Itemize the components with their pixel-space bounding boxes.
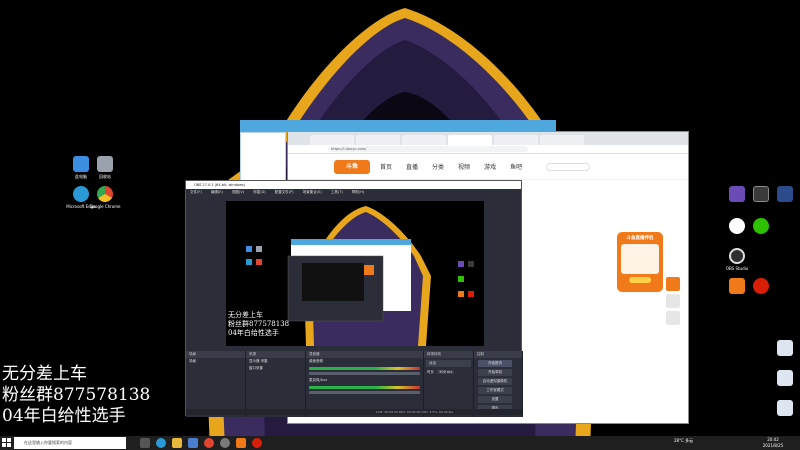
obs-icon[interactable] bbox=[220, 438, 230, 448]
transition-type-select[interactable]: 淡出 bbox=[426, 360, 471, 367]
wechat-icon bbox=[753, 218, 769, 234]
file-icon bbox=[777, 400, 793, 416]
transition-duration-input[interactable]: 300 ms bbox=[437, 370, 455, 374]
clock-date: 2021/8/25 bbox=[762, 443, 784, 448]
recycle-bin-icon bbox=[97, 156, 113, 172]
desktop-icon-chrome[interactable]: Google Chrome bbox=[83, 186, 127, 209]
virtual-camera-button[interactable]: 启动虚拟摄像机 bbox=[478, 378, 512, 385]
obs-titlebar: OBS 27.0.1 (64-bit, windows) bbox=[186, 181, 521, 189]
live-assistant-promo[interactable]: 斗鱼直播伴侣 bbox=[617, 232, 663, 292]
obs-status-bar: LIVE: 00:00:00 REC: 00:00:00 CPU: 3.5%, … bbox=[186, 409, 523, 415]
audio-meter bbox=[309, 367, 420, 370]
chrome-icon bbox=[97, 186, 113, 202]
overlay-line-1: 无分差上车 bbox=[2, 364, 87, 384]
side-float-buttons bbox=[666, 277, 680, 328]
desktop-icon-obs[interactable]: OBS Studio bbox=[715, 248, 759, 271]
obs-preview[interactable]: 无分差上车 粉丝群877578138 04年白给性选手 bbox=[226, 201, 484, 346]
transitions-dock: 转场特效 淡出 时长 300 ms bbox=[424, 351, 474, 417]
file-icon bbox=[777, 340, 793, 356]
stream-overlay-text: 无分差上车 粉丝群877578138 04年白给性选手 bbox=[2, 364, 150, 427]
audio-meter bbox=[309, 386, 420, 389]
start-recording-button[interactable]: 开始录制 bbox=[478, 369, 512, 376]
sources-dock-title: 来源 bbox=[246, 351, 305, 358]
float-button-play[interactable] bbox=[666, 277, 680, 291]
volume-slider[interactable] bbox=[309, 391, 420, 394]
obs-docks: 场景 场景 + − ∧ ∨ 来源 显示器 采集 窗口采集 + − ⚙ ∧ ∨ 混… bbox=[186, 351, 523, 417]
transitions-dock-title: 转场特效 bbox=[424, 351, 473, 358]
mixer-channel-label: 麦克风/Aux bbox=[309, 378, 328, 382]
desktop-icon-recycle-bin[interactable]: 回收站 bbox=[83, 156, 127, 179]
overlay-line-2: 粉丝群877578138 bbox=[2, 385, 151, 405]
source-item[interactable]: 窗口采集 bbox=[246, 365, 305, 372]
douyu-icon[interactable] bbox=[236, 438, 246, 448]
sources-dock: 来源 显示器 采集 窗口采集 + − ⚙ ∧ ∨ bbox=[246, 351, 306, 417]
taskbar-clock[interactable]: 20:42 2021/8/25 bbox=[760, 437, 786, 449]
chrome-icon[interactable] bbox=[204, 438, 214, 448]
netease-icon bbox=[753, 278, 769, 294]
desktop-file-2[interactable] bbox=[763, 370, 800, 388]
taskbar-apps bbox=[140, 438, 268, 448]
preview-overlay-text: 无分差上车 粉丝群877578138 04年白给性选手 bbox=[228, 311, 289, 338]
controls-dock: 控制 开始推流 开始录制 启动虚拟摄像机 工作室模式 设置 退出 bbox=[474, 351, 523, 417]
desktop-icon-game-3[interactable] bbox=[763, 186, 800, 204]
taskbar-search-input[interactable]: 在这里输入你要搜索的内容 bbox=[14, 437, 126, 449]
explorer-icon[interactable] bbox=[172, 438, 182, 448]
studio-mode-button[interactable]: 工作室模式 bbox=[478, 387, 512, 394]
start-streaming-button[interactable]: 开始推流 bbox=[478, 360, 512, 367]
windows-start-icon[interactable] bbox=[2, 438, 12, 448]
obs-menu-edit[interactable]: 编辑(E) bbox=[211, 190, 223, 194]
edge-icon[interactable] bbox=[156, 438, 166, 448]
desktop-icon-netease[interactable] bbox=[739, 278, 783, 296]
music-menu-item[interactable] bbox=[241, 149, 285, 153]
preview-overlay-line: 04年白给性选手 bbox=[228, 329, 279, 337]
promo-image bbox=[621, 244, 659, 274]
desktop: 此电脑 回收站 Microsoft Edge Google Chrome OBS… bbox=[0, 0, 800, 450]
controls-dock-title: 控制 bbox=[474, 351, 522, 358]
volume-slider[interactable] bbox=[309, 372, 420, 375]
float-button-home[interactable] bbox=[666, 294, 680, 308]
settings-button[interactable]: 设置 bbox=[478, 396, 512, 403]
desktop-file-3[interactable] bbox=[763, 400, 800, 418]
taskbar: 在这里输入你要搜索的内容 28°C 多云 20:42 2021/8/25 bbox=[0, 436, 800, 450]
desktop-file-1[interactable] bbox=[763, 340, 800, 358]
promo-download-button[interactable] bbox=[629, 277, 651, 283]
music-player-titlebar bbox=[240, 120, 556, 132]
store-icon[interactable] bbox=[188, 438, 198, 448]
obs-icon bbox=[729, 248, 745, 264]
overlay-line-3: 04年白给性选手 bbox=[2, 406, 126, 426]
scenes-dock: 场景 场景 + − ∧ ∨ bbox=[186, 351, 246, 417]
desktop-icon-wechat[interactable] bbox=[739, 218, 783, 236]
task-view-icon[interactable] bbox=[140, 438, 150, 448]
obs-menubar: 文件(F) 编辑(E) 视图(V) 停靠(D) 配置文件(P) 场景集合(S) … bbox=[186, 189, 521, 196]
scenes-dock-title: 场景 bbox=[186, 351, 245, 358]
obs-menu-tools[interactable]: 工具(T) bbox=[331, 190, 343, 194]
scene-item[interactable]: 场景 bbox=[186, 358, 245, 365]
music-icon[interactable] bbox=[252, 438, 262, 448]
game-icon-3 bbox=[777, 186, 793, 202]
mixer-dock: 混音器 桌面音频 麦克风/Aux bbox=[306, 351, 424, 417]
obs-menu-file[interactable]: 文件(F) bbox=[190, 190, 202, 194]
transition-duration-label: 时长 bbox=[427, 370, 434, 374]
promo-title: 斗鱼直播伴侣 bbox=[626, 236, 654, 241]
obs-menu-view[interactable]: 视图(V) bbox=[232, 190, 244, 194]
preview-overlay-line: 粉丝群877578138 bbox=[228, 320, 290, 328]
obs-menu-docks[interactable]: 停靠(D) bbox=[253, 190, 265, 194]
file-icon bbox=[777, 370, 793, 386]
preview-overlay-line: 无分差上车 bbox=[228, 311, 263, 319]
obs-menu-profile[interactable]: 配置文件(P) bbox=[275, 190, 294, 194]
obs-menu-scene-collection[interactable]: 场景集合(S) bbox=[303, 190, 322, 194]
float-button-share[interactable] bbox=[666, 311, 680, 325]
mixer-channel-label: 桌面音频 bbox=[309, 359, 323, 363]
obs-menu-help[interactable]: 帮助(H) bbox=[352, 190, 364, 194]
obs-window[interactable]: OBS 27.0.1 (64-bit, windows) 文件(F) 编辑(E)… bbox=[185, 180, 523, 417]
tray-weather[interactable]: 28°C 多云 bbox=[674, 438, 693, 443]
source-item[interactable]: 显示器 采集 bbox=[246, 358, 305, 365]
mixer-dock-title: 混音器 bbox=[306, 351, 423, 358]
